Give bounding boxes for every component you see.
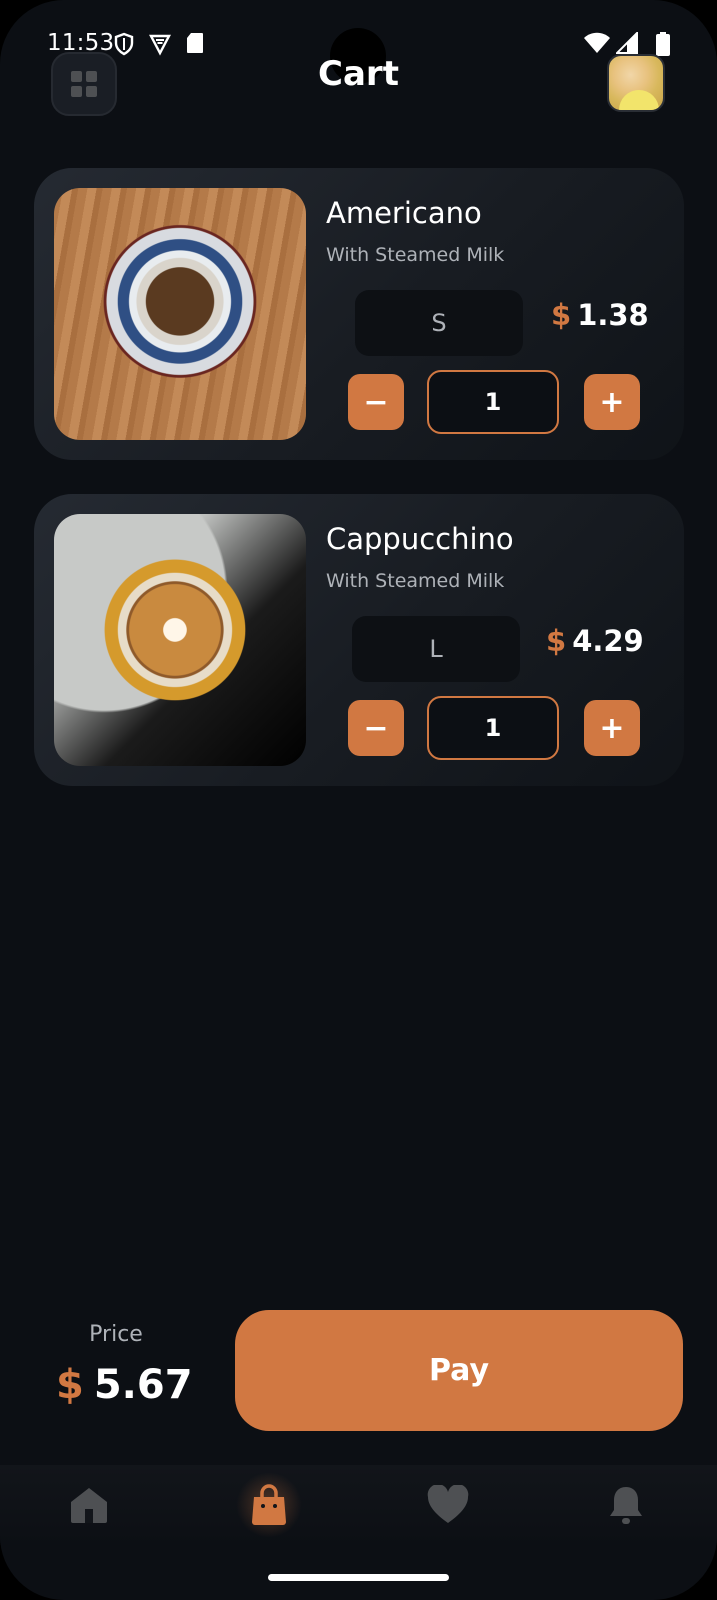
nav-favorites[interactable] [418, 1477, 478, 1533]
decrease-quantity-button[interactable]: − [348, 374, 404, 430]
price-label: Price [89, 1322, 143, 1347]
cappuccino-photo [54, 514, 306, 766]
minus-icon: − [363, 384, 389, 420]
heart-icon [427, 1485, 469, 1523]
app-screen: 11:53 Cart Americano With Steamed Milk S… [0, 0, 717, 1600]
americano-photo [54, 188, 306, 440]
cart-bag-icon [252, 1484, 286, 1525]
size-badge: L [352, 616, 520, 682]
wifi-icon [584, 32, 610, 53]
quantity-field[interactable]: 1 [427, 370, 559, 434]
item-subtitle: With Steamed Milk [326, 244, 505, 266]
vpn-icon [149, 34, 171, 56]
item-subtitle: With Steamed Milk [326, 570, 505, 592]
currency-symbol: $ [56, 1362, 84, 1408]
quantity-field[interactable]: 1 [427, 696, 559, 760]
item-price: $4.29 [546, 624, 644, 658]
decrease-quantity-button[interactable]: − [348, 700, 404, 756]
home-indicator[interactable] [268, 1574, 449, 1581]
item-name: Cappucchino [326, 522, 514, 556]
price-value: 1.38 [577, 298, 649, 332]
bell-icon [610, 1487, 642, 1524]
nav-notifications[interactable] [596, 1477, 656, 1533]
bottom-nav [0, 1465, 717, 1545]
battery-icon [656, 32, 670, 56]
signal-icon [616, 32, 638, 54]
price-value: 4.29 [572, 624, 644, 658]
sd-card-icon [187, 33, 203, 53]
item-price: $1.38 [551, 298, 649, 332]
currency-symbol: $ [551, 298, 572, 332]
currency-symbol: $ [546, 624, 567, 658]
plus-icon: + [599, 384, 625, 420]
increase-quantity-button[interactable]: + [584, 700, 640, 756]
shield-icon [114, 32, 134, 56]
avatar[interactable] [607, 54, 665, 112]
size-badge: S [355, 290, 523, 356]
increase-quantity-button[interactable]: + [584, 374, 640, 430]
home-icon [71, 1488, 107, 1523]
minus-icon: − [363, 710, 389, 746]
nav-home[interactable] [59, 1477, 119, 1533]
total-value: 5.67 [93, 1362, 193, 1408]
item-name: Americano [326, 196, 482, 230]
cart-item-card: Americano With Steamed Milk S $1.38 − 1 … [34, 168, 684, 460]
total-price: $5.67 [56, 1362, 193, 1408]
cart-item-card: Cappucchino With Steamed Milk L $4.29 − … [34, 494, 684, 786]
pay-button[interactable]: Pay [235, 1310, 683, 1431]
nav-cart[interactable] [235, 1473, 303, 1537]
plus-icon: + [599, 710, 625, 746]
